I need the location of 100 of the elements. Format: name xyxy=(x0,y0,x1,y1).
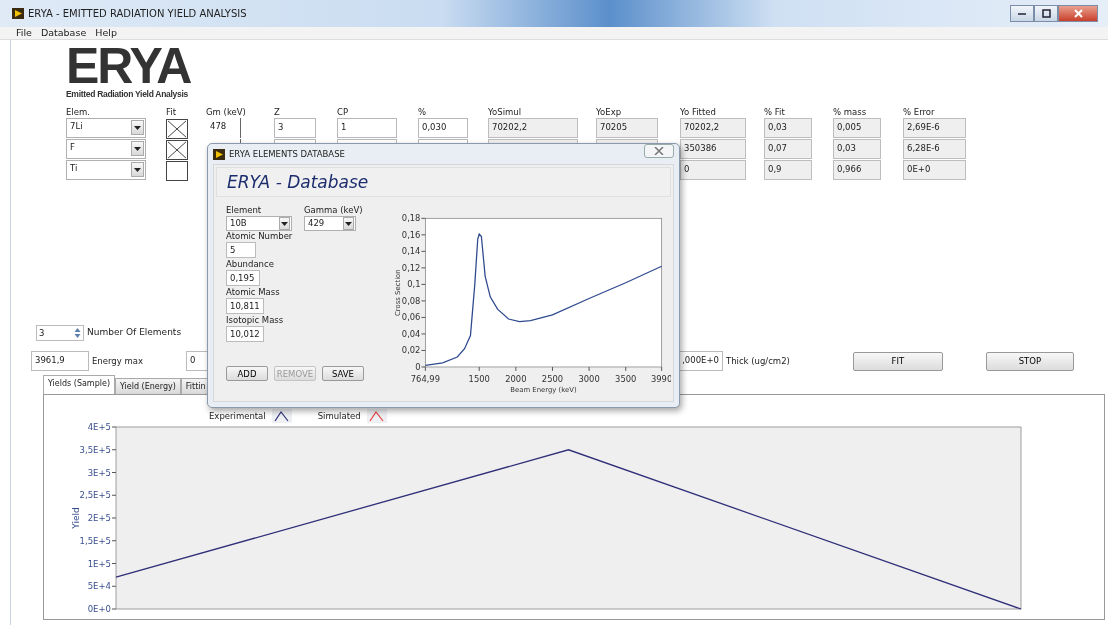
element-dropdown[interactable]: F xyxy=(66,139,146,159)
element-dropdown[interactable]: Ti xyxy=(66,160,146,180)
column-header: % xyxy=(418,106,428,118)
output-field: 0,966 xyxy=(833,160,881,180)
output-field: 0,9 xyxy=(764,160,812,180)
output-field: 70202,2 xyxy=(680,118,746,138)
add-button[interactable]: ADD xyxy=(226,366,268,381)
input-field[interactable]: 3 xyxy=(274,118,316,138)
dialog-title: ERYA ELEMENTS DATABASE xyxy=(229,147,345,161)
app-icon xyxy=(12,8,24,19)
caret-icon xyxy=(134,167,141,172)
tick-label: 0,04 xyxy=(401,328,420,339)
maximize-icon xyxy=(1041,9,1051,18)
column-header: Yo Fitted xyxy=(680,106,717,118)
output-field: 350386 xyxy=(680,139,746,159)
close-button[interactable] xyxy=(1058,5,1098,22)
tick-label: 2,5E+5 xyxy=(79,490,111,501)
close-button[interactable] xyxy=(644,144,674,158)
tick-label: 5E+4 xyxy=(87,581,111,592)
input-field[interactable]: 1 xyxy=(337,118,397,138)
input-field[interactable]: 10,811 xyxy=(226,298,264,314)
menu-item[interactable]: File xyxy=(16,27,32,39)
dialog-heading: ERYA - Database xyxy=(216,167,671,197)
field-label: Isotopic Mass xyxy=(226,315,285,326)
output-field: 0,03 xyxy=(764,118,812,138)
legend-label: Experimental xyxy=(209,409,266,423)
tick-label: 0,02 xyxy=(401,345,420,356)
element-dropdown[interactable]: 10B xyxy=(226,216,292,231)
caret-icon xyxy=(345,221,352,226)
tick-label: 1E+5 xyxy=(87,558,111,569)
column-header: % Error xyxy=(903,106,936,118)
tick-label: 0,18 xyxy=(401,213,420,224)
tick-label: 0,08 xyxy=(401,295,420,306)
caret-icon xyxy=(134,146,141,151)
field-label: Atomic Mass xyxy=(226,287,281,298)
menu-item[interactable]: Help xyxy=(95,27,117,39)
tick-label: 0,14 xyxy=(401,246,420,257)
column-header: Z xyxy=(274,106,281,118)
maximize-button[interactable] xyxy=(1034,5,1058,22)
logo-subtitle: Emitted Radiation Yield Analysis xyxy=(66,88,188,101)
input-field[interactable]: 5 xyxy=(226,242,256,258)
tick-label: 1500 xyxy=(468,373,490,384)
tick-label: 0,12 xyxy=(401,262,420,273)
input-field[interactable]: 0,195 xyxy=(226,270,260,286)
output-field: 0 xyxy=(680,160,746,180)
output-field: 6,28E-6 xyxy=(903,139,966,159)
output-field: 70202,2 xyxy=(488,118,578,138)
tick-label: 0 xyxy=(414,361,420,372)
fit-checkbox[interactable] xyxy=(166,161,188,181)
legend-label: Simulated xyxy=(317,409,361,423)
output-field: 0,03 xyxy=(833,139,881,159)
tick-label: 0E+0 xyxy=(87,604,111,614)
input-field[interactable]: 10,012 xyxy=(226,326,264,342)
gamma-dropdown[interactable]: 429 xyxy=(304,216,356,231)
fit-checkbox[interactable] xyxy=(166,140,188,160)
number-spinner[interactable]: 3 xyxy=(36,325,84,341)
tab[interactable]: Yield (Energy) xyxy=(115,378,181,394)
output-field: 0E+0 xyxy=(903,160,966,180)
window-title: ERYA - EMITTED RADIATION YIELD ANALYSIS xyxy=(28,7,247,21)
field-label: Abundance xyxy=(226,259,275,270)
column-header: YoExp xyxy=(596,106,623,118)
output-field: 0,07 xyxy=(764,139,812,159)
column-header: Fit xyxy=(166,106,177,118)
menu-item[interactable]: Database xyxy=(40,27,87,39)
input-field[interactable]: 0,030 xyxy=(418,118,468,138)
save-button[interactable]: SAVE xyxy=(322,366,364,381)
column-header: YoSimul xyxy=(488,106,523,118)
close-icon xyxy=(1073,9,1083,18)
column-header: Elem. xyxy=(66,106,91,118)
field-label: Gamma (keV) xyxy=(304,205,363,216)
tab[interactable]: Yields (Sample) xyxy=(43,375,115,394)
app-icon xyxy=(213,148,225,160)
fit-button[interactable]: FIT xyxy=(852,351,943,371)
field-label: Number Of Elements xyxy=(87,326,182,340)
column-header: % mass xyxy=(833,106,868,118)
output-field: 2,69E-6 xyxy=(903,118,966,138)
tick-label: 764,99 xyxy=(410,373,440,384)
output-field: 0,005 xyxy=(833,118,881,138)
close-icon xyxy=(654,147,664,155)
tick-label: 2500 xyxy=(541,373,563,384)
tick-label: 3000 xyxy=(578,373,600,384)
tick-label: 2E+5 xyxy=(87,513,111,523)
tick-label: 1,5E+5 xyxy=(79,535,111,546)
input-field[interactable]: 3961,9 xyxy=(31,351,89,371)
element-dropdown[interactable]: 7Li xyxy=(66,118,146,138)
field-label: Atomic Number xyxy=(226,231,294,242)
table-cell: 478 xyxy=(206,118,241,138)
field-label: Energy max xyxy=(92,354,143,368)
column-header: % Fit xyxy=(764,106,786,118)
minimize-button[interactable] xyxy=(1010,5,1034,22)
tick-label: 4E+5 xyxy=(87,423,111,432)
minimize-icon xyxy=(1018,12,1026,15)
tick-label: 0,06 xyxy=(401,312,420,323)
axis-title: Yield xyxy=(71,507,81,529)
stop-button[interactable]: STOP xyxy=(985,351,1074,371)
fit-checkbox[interactable] xyxy=(166,119,188,139)
tick-label: 0,16 xyxy=(401,229,420,240)
caret-icon xyxy=(134,125,141,130)
field-label: Element xyxy=(226,205,263,216)
tick-label: 2000 xyxy=(504,373,526,384)
